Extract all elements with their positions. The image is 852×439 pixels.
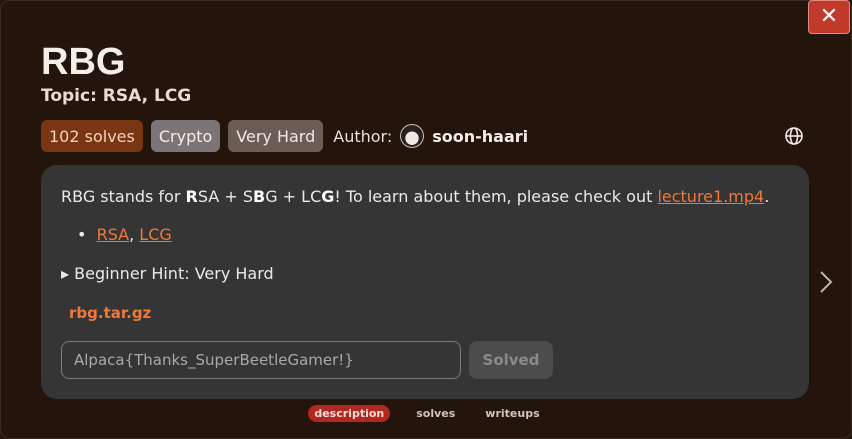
lecture-link[interactable]: lecture1.mp4 bbox=[657, 187, 764, 206]
description-panel: RBG stands for RSA + SBG + LCG! To learn… bbox=[41, 165, 809, 399]
bullet-separator: , bbox=[129, 225, 140, 244]
file-download-link[interactable]: rbg.tar.gz bbox=[69, 304, 151, 322]
desc-text: ! To learn about them, please check out bbox=[334, 187, 658, 206]
desc-text: SA + S bbox=[197, 187, 253, 206]
desc-bold: R bbox=[185, 187, 198, 206]
author: Author: soon-haari bbox=[333, 124, 528, 148]
desc-text: RBG stands for bbox=[61, 187, 186, 206]
topic-list: • RSA, LCG bbox=[77, 225, 172, 244]
author-label: Author: bbox=[333, 126, 393, 146]
close-icon: ✕ bbox=[819, 4, 839, 29]
desc-bold: G bbox=[321, 187, 335, 206]
bullet: • bbox=[77, 225, 87, 244]
category-badge: Crypto bbox=[150, 120, 221, 152]
challenge-title: RBG bbox=[41, 41, 126, 83]
challenge-topic: Topic: RSA, LCG bbox=[41, 86, 192, 106]
challenge-meta: 102 solves Crypto Very Hard Author: soon… bbox=[41, 120, 528, 152]
author-name[interactable]: soon-haari bbox=[432, 127, 528, 146]
chevron-right-icon[interactable] bbox=[817, 269, 835, 295]
solves-badge[interactable]: 102 solves bbox=[41, 120, 143, 152]
desc-text: G + LC bbox=[265, 187, 322, 206]
avatar bbox=[400, 124, 425, 148]
tab-writeups[interactable]: writeups bbox=[479, 405, 545, 422]
tab-solves[interactable]: solves bbox=[410, 405, 461, 422]
submit-flag-button[interactable]: Solved bbox=[469, 341, 553, 379]
desc-bold: B bbox=[252, 187, 266, 206]
lcg-link[interactable]: LCG bbox=[139, 225, 171, 244]
beginner-hint-toggle[interactable]: ▸ Beginner Hint: Very Hard bbox=[61, 264, 274, 283]
challenge-modal: ✕ RBG Topic: RSA, LCG 102 solves Crypto … bbox=[0, 0, 852, 439]
difficulty-badge: Very Hard bbox=[228, 120, 324, 152]
description-text: RBG stands for RSA + SBG + LCG! To learn… bbox=[61, 187, 769, 206]
tab-bar: description solves writeups bbox=[1, 405, 852, 422]
flag-input[interactable] bbox=[61, 341, 461, 379]
rsa-link[interactable]: RSA bbox=[97, 225, 130, 244]
desc-text: . bbox=[764, 187, 770, 206]
tab-description[interactable]: description bbox=[308, 405, 391, 422]
globe-icon[interactable] bbox=[784, 126, 804, 146]
close-button[interactable]: ✕ bbox=[808, 0, 850, 34]
